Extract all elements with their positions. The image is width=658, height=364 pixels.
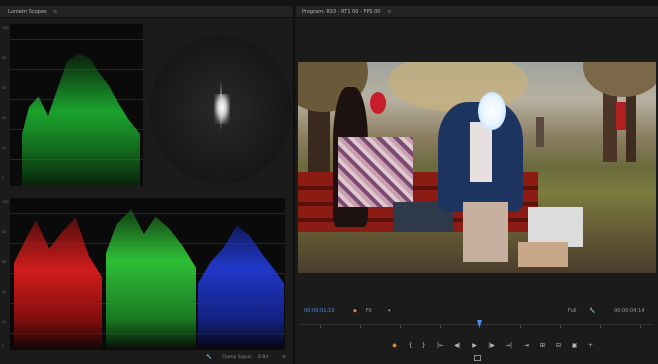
program-monitor-panel: Program: RS3 - RT1 00 - FPS 00 ≡ 00;00;0… — [296, 6, 658, 364]
bit-depth-dropdown[interactable]: 8 Bit — [258, 355, 268, 360]
mark-in-button[interactable]: { — [406, 341, 415, 350]
cooler-box — [528, 207, 583, 247]
green-channel-trace — [106, 209, 196, 348]
step-forward-button[interactable]: |▶ — [487, 341, 496, 350]
settings-wrench-icon[interactable]: 🔧 — [206, 355, 212, 360]
vectorscope-trace — [214, 94, 230, 124]
tab-label: Lumetri Scopes — [8, 9, 47, 15]
current-timecode[interactable]: 00;00;01;10 — [304, 308, 335, 314]
tab-program-monitor[interactable]: Program: RS3 - RT1 00 - FPS 00 ≡ — [302, 9, 391, 15]
clamp-signal-label[interactable]: Clamp Signal — [222, 355, 252, 360]
fit-dropdown[interactable]: Fit — [366, 308, 372, 314]
transport-controls: ◆ { } |← ◀| ▶ |▶ →| ⇥ ⊞ ⊟ ▣ + — [296, 340, 658, 352]
program-bottom-bar — [296, 354, 658, 364]
parade-scale-label: 80 — [2, 230, 7, 234]
extract-button[interactable]: ⊟ — [554, 341, 563, 350]
tab-label: Program: RS3 - RT1 00 - FPS 00 — [302, 9, 381, 15]
luma-scale-label: 100 — [2, 26, 9, 30]
luma-waveform-scope — [10, 24, 143, 186]
face-blur-mask — [478, 92, 506, 130]
panel-menu-icon[interactable]: ≡ — [387, 9, 391, 15]
program-tabbar: Program: RS3 - RT1 00 - FPS 00 ≡ — [296, 6, 658, 18]
comparison-view-icon[interactable] — [474, 355, 481, 361]
fit-dropdown-arrow[interactable]: ▾ — [388, 308, 391, 314]
red-channel-trace — [14, 217, 102, 348]
luma-scale-label: 0 — [2, 176, 5, 180]
lumetri-tabbar: Lumetri Scopes ≡ — [0, 6, 293, 18]
parade-scale-label: 100 — [2, 200, 9, 204]
export-frame-button[interactable]: ▣ — [570, 341, 579, 350]
luma-waveform-trace — [22, 53, 140, 186]
blue-channel-trace — [198, 225, 284, 348]
vectorscope — [150, 36, 292, 184]
panel-menu-icon[interactable]: ≡ — [53, 9, 57, 15]
duration-timecode: 00;00;04;14 — [614, 308, 645, 314]
quality-dropdown[interactable]: Full — [568, 308, 577, 314]
go-to-out-button[interactable]: →| — [504, 341, 513, 350]
lumetri-footer: 🔧 Clamp Signal 8 Bit ≡ — [0, 352, 293, 364]
settings-wrench-icon[interactable]: 🔧 — [589, 308, 595, 314]
program-video-frame[interactable] — [298, 62, 656, 273]
parade-scale-label: 20 — [2, 320, 7, 324]
footer-menu-icon[interactable]: ≡ — [282, 355, 286, 360]
step-back-button[interactable]: ◀| — [453, 341, 462, 350]
luma-scale-label: 60 — [2, 86, 7, 90]
luma-scale-label: 20 — [2, 146, 7, 150]
insert-button[interactable]: ⇥ — [522, 341, 531, 350]
mark-out-button[interactable]: } — [419, 341, 428, 350]
marker-icon[interactable]: ◆ — [353, 308, 357, 314]
go-to-in-button[interactable]: |← — [436, 341, 445, 350]
button-editor-button[interactable]: + — [586, 341, 595, 350]
lumetri-scopes-panel: Lumetri Scopes ≡ 100 80 60 40 20 0 100 8… — [0, 6, 294, 364]
parade-scale-label: 0 — [2, 344, 5, 348]
rgb-parade-scope — [10, 198, 285, 350]
timeline-ruler[interactable] — [300, 324, 654, 330]
luma-scale-label: 80 — [2, 56, 7, 60]
add-marker-button[interactable]: ◆ — [390, 341, 399, 350]
parade-scale-label: 40 — [2, 290, 7, 294]
luma-scale-label: 40 — [2, 116, 7, 120]
tab-lumetri-scopes[interactable]: Lumetri Scopes ≡ — [8, 9, 57, 15]
parade-scale-label: 60 — [2, 260, 7, 264]
lift-button[interactable]: ⊞ — [538, 341, 547, 350]
play-button[interactable]: ▶ — [470, 341, 479, 350]
